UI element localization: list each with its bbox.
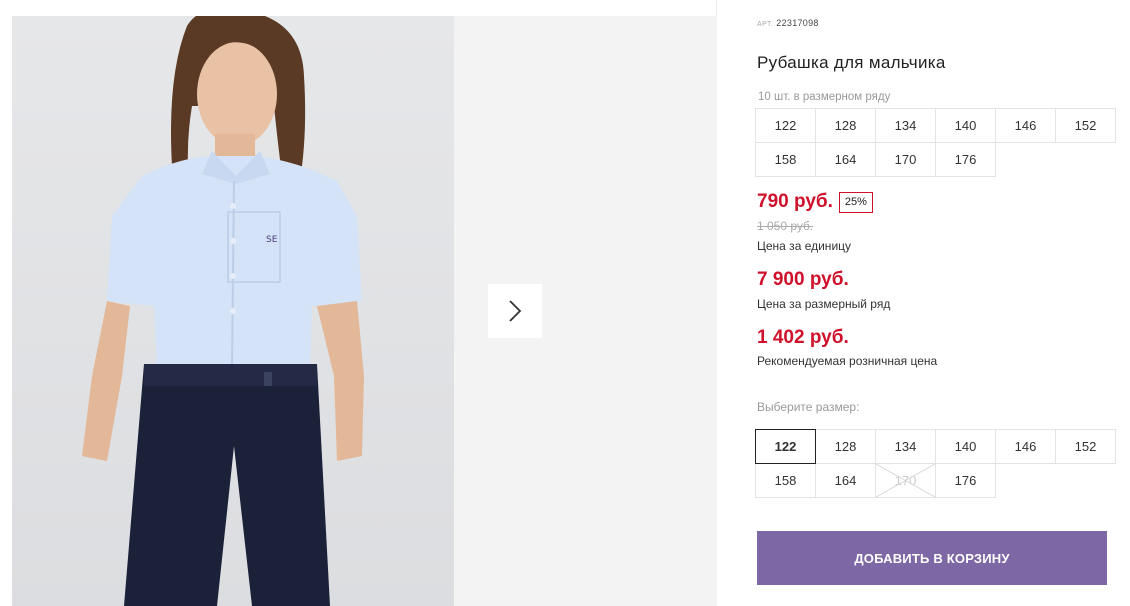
size-option-164[interactable]: 164 [815, 463, 876, 498]
pack-size-cell: 146 [995, 108, 1056, 143]
product-page: SE АРТ. 22317098 Рубашка для мальчика 10… [0, 0, 1130, 606]
size-option-label: 164 [834, 473, 857, 488]
pack-size-cell: 122 [755, 108, 816, 143]
pack-size-cell: 176 [935, 142, 996, 177]
article-number: АРТ. 22317098 [757, 18, 819, 28]
pack-size-cell: 134 [875, 108, 936, 143]
product-info-panel: АРТ. 22317098 Рубашка для мальчика 10 шт… [755, 0, 1117, 606]
size-option-label: 134 [894, 439, 917, 454]
discount-badge: 25% [838, 191, 873, 213]
size-option-label: 152 [1074, 439, 1097, 454]
size-option-label: 158 [774, 473, 797, 488]
pack-price-caption: Цена за размерный ряд [757, 297, 891, 311]
pack-size-grid: 122 128 134 140 146 152 158 164 170 176 [755, 108, 1116, 177]
size-option-158[interactable]: 158 [755, 463, 816, 498]
size-option-140[interactable]: 140 [935, 429, 996, 464]
pack-size-cell: 164 [815, 142, 876, 177]
pack-size-cell: 158 [755, 142, 816, 177]
pack-note: 10 шт. в размерном ряду [758, 91, 891, 103]
pack-size-cell: 152 [1055, 108, 1116, 143]
article-label: АРТ. [757, 21, 774, 28]
gallery-next-button[interactable] [488, 284, 542, 338]
product-photo[interactable]: SE [12, 16, 454, 606]
size-option-152[interactable]: 152 [1055, 429, 1116, 464]
product-title: Рубашка для мальчика [757, 53, 946, 72]
size-option-170: 170 [875, 463, 936, 498]
add-to-cart-button[interactable]: ДОБАВИТЬ В КОРЗИНУ [757, 531, 1107, 585]
chevron-right-icon [509, 300, 522, 322]
size-option-label: 140 [954, 439, 977, 454]
svg-text:SE: SE [266, 235, 278, 245]
size-picker-grid: 122 128 134 140 146 152 158 164 170 176 [755, 429, 1116, 498]
size-option-176[interactable]: 176 [935, 463, 996, 498]
size-option-label: 122 [774, 439, 797, 454]
retail-price-caption: Рекомендуемая розничная цена [757, 354, 938, 368]
pack-price: 7 900 руб. [757, 269, 849, 290]
size-option-122[interactable]: 122 [755, 429, 816, 464]
pack-size-cell: 140 [935, 108, 996, 143]
product-photo-image: SE [82, 16, 364, 606]
size-option-134[interactable]: 134 [875, 429, 936, 464]
old-price: 1 050 руб. [757, 219, 814, 233]
product-gallery: SE [0, 0, 717, 606]
unavailable-cross-icon [876, 464, 935, 497]
pack-size-cell: 128 [815, 108, 876, 143]
size-option-label: 176 [954, 473, 977, 488]
unit-price: 790 руб. [757, 191, 833, 212]
retail-price: 1 402 руб. [757, 327, 849, 348]
size-option-label: 128 [834, 439, 857, 454]
unit-price-row: 790 руб. 25% [757, 191, 873, 213]
article-value: 22317098 [776, 18, 819, 28]
unit-price-caption: Цена за единицу [757, 239, 852, 253]
size-option-label: 146 [1014, 439, 1037, 454]
size-option-146[interactable]: 146 [995, 429, 1056, 464]
size-option-128[interactable]: 128 [815, 429, 876, 464]
pack-size-cell: 170 [875, 142, 936, 177]
size-picker-label: Выберите размер: [757, 400, 860, 414]
